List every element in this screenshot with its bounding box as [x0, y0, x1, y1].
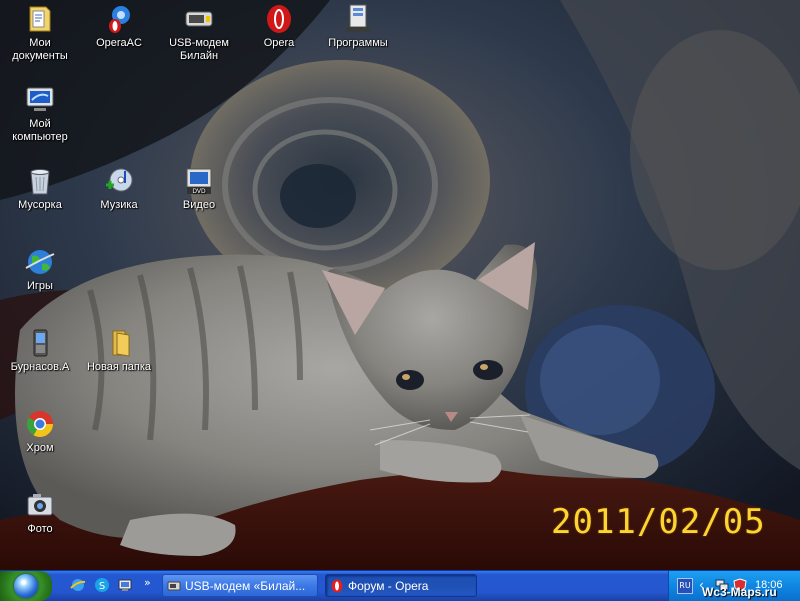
desktop-icon-music[interactable]: Музика: [81, 165, 157, 212]
desktop-icon-label: Мои документы: [12, 37, 68, 62]
desktop-wallpaper: 2011/02/05: [0, 0, 800, 570]
desktop-icon-burnasov[interactable]: Бурнасов.А: [2, 327, 78, 374]
desktop-icon-video[interactable]: DVD Видео: [161, 165, 237, 212]
desktop-icon-label: Бурнасов.А: [10, 361, 70, 373]
desktop-icon-operaac[interactable]: OperaAC: [81, 3, 157, 50]
desktop-icon-label: Мой компьютер: [12, 118, 68, 143]
svg-text:DVD: DVD: [192, 188, 206, 195]
desktop-icon-photo[interactable]: Фото: [2, 489, 78, 536]
desktop-icon-label: Новая папка: [86, 361, 152, 373]
desktop-icon-label: Мусорка: [18, 199, 62, 211]
language-indicator[interactable]: RU: [677, 578, 693, 594]
task-button-opera-forum[interactable]: Форум - Opera: [325, 574, 477, 597]
start-button[interactable]: [0, 571, 52, 601]
desktop-icon-opera[interactable]: Opera: [241, 3, 317, 50]
my-documents-icon: [24, 3, 56, 35]
operaac-icon: [103, 3, 135, 35]
folder-icon: [103, 327, 135, 359]
taskbar: S » USB-модем «Билай... Форум - Opera RU…: [0, 570, 800, 601]
svg-text:S: S: [99, 581, 105, 592]
desktop-icon-my-documents[interactable]: Мои документы: [2, 3, 78, 63]
desktop-icon-label: Игры: [27, 280, 53, 292]
task-button-usb-modem[interactable]: USB-модем «Билай...: [162, 574, 318, 597]
usb-modem-icon: [183, 3, 215, 35]
desktop-icon-my-computer[interactable]: Мой компьютер: [2, 84, 78, 144]
usb-modem-icon: [167, 581, 181, 591]
desktop-icon-new-folder[interactable]: Новая папка: [81, 327, 157, 374]
desktop-icon-label: USB-модем Билайн: [169, 37, 229, 62]
desktop-icon-games[interactable]: Игры: [2, 246, 78, 293]
photo-date-stamp: 2011/02/05: [551, 502, 766, 542]
desktop-icon-label: Фото: [27, 523, 53, 535]
kitten-photo: [0, 0, 800, 570]
video-icon: DVD: [183, 165, 215, 197]
task-button-label: USB-модем «Билай...: [185, 579, 306, 593]
chrome-icon: [24, 408, 56, 440]
opera-icon: [331, 579, 343, 593]
desktop-icon-programs[interactable]: Программы: [320, 3, 396, 50]
ie-icon[interactable]: [70, 577, 86, 593]
desktop-icon-usb-modem[interactable]: USB-модем Билайн: [161, 3, 237, 63]
watermark: Wc3-Maps.ru: [702, 585, 777, 599]
task-button-label: Форум - Opera: [348, 579, 429, 593]
skype-icon[interactable]: S: [94, 577, 110, 593]
desktop-icon-label: Opera: [263, 37, 295, 49]
camera-icon: [24, 489, 56, 521]
phone-icon: [24, 327, 56, 359]
desktop-icon-label: Хром: [26, 442, 54, 454]
recycle-bin-icon: [24, 165, 56, 197]
my-computer-icon: [24, 84, 56, 116]
desktop-icon-label: OperaAC: [96, 37, 142, 49]
programs-icon: [342, 3, 374, 35]
desktop-icon-label: Программы: [328, 37, 388, 49]
games-globe-icon: [24, 246, 56, 278]
desktop-icon-chrome[interactable]: Хром: [2, 408, 78, 455]
music-icon: [103, 165, 135, 197]
opera-icon: [263, 3, 295, 35]
show-desktop-icon[interactable]: [117, 577, 133, 593]
desktop-icon-recycle-bin[interactable]: Мусорка: [2, 165, 78, 212]
desktop-icon-label: Видео: [182, 199, 216, 211]
desktop-icon-label: Музика: [100, 199, 138, 211]
windows-logo-icon: [14, 574, 38, 598]
quick-launch-more-button[interactable]: »: [144, 576, 151, 589]
